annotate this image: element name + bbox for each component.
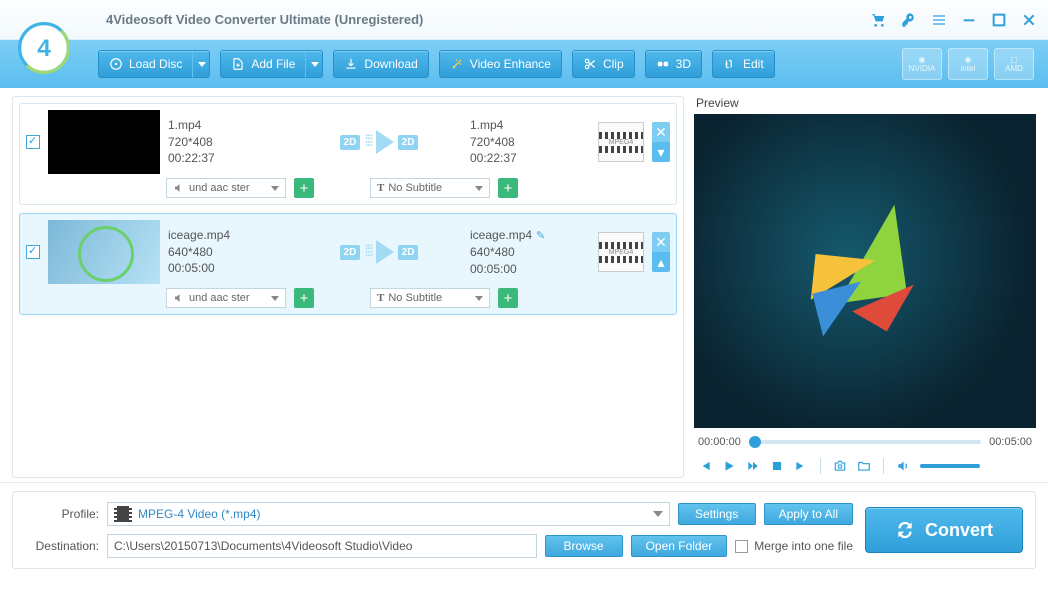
maximize-button[interactable] <box>988 9 1010 31</box>
gpu-amd-badge: ▢AMD <box>994 48 1034 80</box>
add-file-dropdown[interactable] <box>305 50 323 78</box>
download-button[interactable]: Download <box>333 50 428 78</box>
fast-forward-button[interactable] <box>746 459 760 473</box>
settings-button[interactable]: Settings <box>678 503 756 525</box>
video-enhance-label: Video Enhance <box>470 57 551 71</box>
volume-slider[interactable] <box>920 464 980 468</box>
convert-button[interactable]: Convert <box>865 507 1023 553</box>
subtitle-icon: T <box>377 292 384 304</box>
load-disc-dropdown[interactable] <box>192 50 210 78</box>
time-current: 00:00:00 <box>698 436 741 448</box>
add-file-button[interactable]: Add File <box>220 50 306 78</box>
gpu-intel-badge: ◉intel <box>948 48 988 80</box>
rename-icon[interactable]: ✎ <box>536 230 545 242</box>
add-audio-button[interactable]: + <box>294 288 314 308</box>
destination-input[interactable] <box>107 534 537 558</box>
seek-slider[interactable] <box>749 440 981 444</box>
output-format-button[interactable]: MPEG4 <box>598 232 644 272</box>
snapshot-folder-button[interactable] <box>857 459 871 473</box>
volume-icon[interactable] <box>896 459 910 473</box>
preview-panel: Preview 00:00:00 00:05:00 <box>694 96 1036 478</box>
file-checkbox[interactable] <box>26 245 40 259</box>
merge-checkbox[interactable] <box>735 540 748 553</box>
gpu-nvidia-badge: ◉NVIDIA <box>902 48 942 80</box>
audio-track-dropdown[interactable]: und aac ster <box>166 178 286 198</box>
preview-placeholder-icon <box>795 201 935 341</box>
add-audio-button[interactable]: + <box>294 178 314 198</box>
speaker-icon <box>173 182 185 194</box>
play-button[interactable] <box>722 459 736 473</box>
preview-screen[interactable] <box>694 114 1036 428</box>
move-down-icon[interactable]: ▾ <box>652 142 670 162</box>
file-thumbnail[interactable] <box>48 110 160 174</box>
browse-button[interactable]: Browse <box>545 535 623 557</box>
key-icon[interactable] <box>898 9 920 31</box>
clip-button[interactable]: Clip <box>572 50 635 78</box>
prev-button[interactable] <box>698 459 712 473</box>
dest-info: 1.mp4 720*408 00:22:37 <box>470 117 590 167</box>
menu-icon[interactable] <box>928 9 950 31</box>
stop-button[interactable] <box>770 459 784 473</box>
download-label: Download <box>364 57 417 71</box>
next-button[interactable] <box>794 459 808 473</box>
conversion-arrow: 2D⁞⁞⁞2D <box>296 130 462 154</box>
main-toolbar: Load Disc Add File Download Video Enhanc… <box>0 40 1048 88</box>
dest-info: iceage.mp4✎ 640*480 00:05:00 <box>470 227 590 278</box>
window-title: 4Videosoft Video Converter Ultimate (Unr… <box>106 12 423 27</box>
apply-to-all-button[interactable]: Apply to All <box>764 503 853 525</box>
audio-track-dropdown[interactable]: und aac ster <box>166 288 286 308</box>
file-list: 1.mp4 720*408 00:22:37 2D⁞⁞⁞2D 1.mp4 720… <box>12 96 684 478</box>
add-subtitle-button[interactable]: + <box>498 178 518 198</box>
load-disc-label: Load Disc <box>129 57 182 71</box>
source-info: iceage.mp4 640*480 00:05:00 <box>168 227 288 277</box>
video-enhance-button[interactable]: Video Enhance <box>439 50 562 78</box>
close-button[interactable] <box>1018 9 1040 31</box>
open-folder-button[interactable]: Open Folder <box>631 535 728 557</box>
subtitle-icon: T <box>377 182 384 194</box>
output-format-button[interactable]: MPEG4 <box>598 122 644 162</box>
three-d-label: 3D <box>676 57 691 71</box>
titlebar: 4 4Videosoft Video Converter Ultimate (U… <box>0 0 1048 40</box>
source-info: 1.mp4 720*408 00:22:37 <box>168 117 288 167</box>
remove-file-icon[interactable]: ✕ <box>652 122 670 142</box>
file-row[interactable]: iceage.mp4 640*480 00:05:00 2D⁞⁞⁞2D icea… <box>19 213 677 315</box>
format-icon <box>114 506 132 522</box>
add-subtitle-button[interactable]: + <box>498 288 518 308</box>
move-up-icon[interactable]: ▴ <box>652 252 670 272</box>
subtitle-dropdown[interactable]: T No Subtitle <box>370 288 490 308</box>
edit-label: Edit <box>743 57 764 71</box>
speaker-icon <box>173 292 185 304</box>
file-checkbox[interactable] <box>26 135 40 149</box>
preview-timeline: 00:00:00 00:05:00 <box>694 428 1036 456</box>
cart-icon[interactable] <box>868 9 890 31</box>
profile-label: Profile: <box>25 507 99 521</box>
subtitle-dropdown[interactable]: T No Subtitle <box>370 178 490 198</box>
merge-label: Merge into one file <box>754 539 853 553</box>
minimize-button[interactable] <box>958 9 980 31</box>
add-file-label: Add File <box>251 57 295 71</box>
file-thumbnail[interactable] <box>48 220 160 284</box>
convert-icon <box>895 520 915 540</box>
app-logo-icon: 4 <box>18 22 70 74</box>
svg-text:4: 4 <box>37 35 51 62</box>
destination-label: Destination: <box>25 539 99 553</box>
preview-label: Preview <box>694 96 1036 114</box>
time-total: 00:05:00 <box>989 436 1032 448</box>
clip-label: Clip <box>603 57 624 71</box>
three-d-button[interactable]: 3D <box>645 50 702 78</box>
edit-button[interactable]: Edit <box>712 50 775 78</box>
load-disc-button[interactable]: Load Disc <box>98 50 193 78</box>
file-row[interactable]: 1.mp4 720*408 00:22:37 2D⁞⁞⁞2D 1.mp4 720… <box>19 103 677 205</box>
snapshot-button[interactable] <box>833 459 847 473</box>
conversion-arrow: 2D⁞⁞⁞2D <box>296 240 462 264</box>
profile-dropdown[interactable]: MPEG-4 Video (*.mp4) <box>107 502 670 526</box>
remove-file-icon[interactable]: ✕ <box>652 232 670 252</box>
